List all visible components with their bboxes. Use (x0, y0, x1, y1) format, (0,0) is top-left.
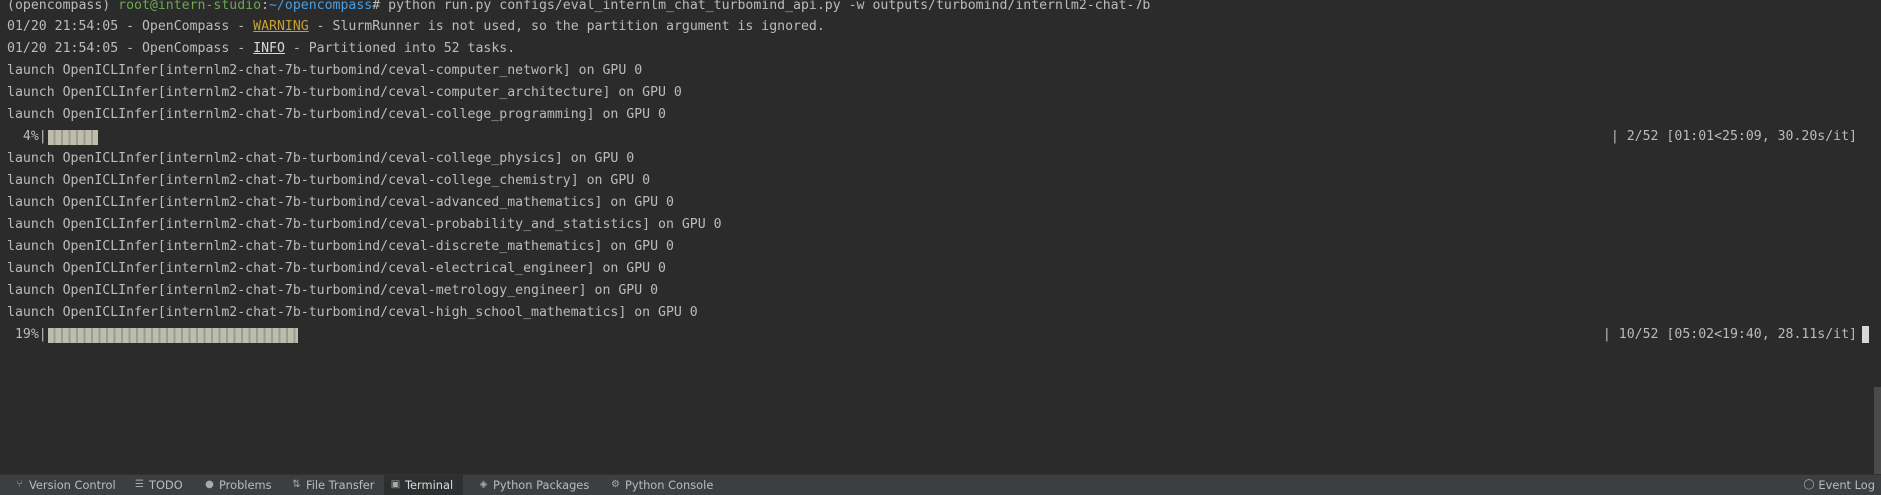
progress-bar-fill (48, 130, 98, 145)
bottom-tool-window-bar: ⑂ Version Control ☰ TODO ● Problems ⇅ Fi… (0, 474, 1881, 495)
event-log-button[interactable]: ◯ Event Log (1797, 475, 1881, 495)
log-level-info: INFO (253, 41, 285, 56)
tab-label: Terminal (405, 478, 454, 492)
log-prefix: 01/20 21:54:05 - OpenCompass - (7, 41, 254, 56)
tab-label: Problems (219, 478, 272, 492)
log-prefix: 01/20 21:54:05 - OpenCompass - (7, 19, 254, 34)
event-log-label: Event Log (1818, 478, 1875, 492)
terminal-cursor (1862, 326, 1869, 343)
transfer-icon: ⇅ (292, 479, 301, 490)
tab-label: File Transfer (306, 478, 375, 492)
prompt-env: (opencompass) (7, 0, 119, 13)
log-line-warning: 01/20 21:54:05 - OpenCompass - WARNING -… (7, 16, 825, 38)
prompt-command: # python run.py configs/eval_internlm_ch… (372, 0, 1151, 13)
launch-line: launch OpenICLInfer[internlm2-chat-7b-tu… (7, 239, 674, 254)
launch-line: launch OpenICLInfer[internlm2-chat-7b-tu… (7, 151, 635, 166)
tab-label: TODO (149, 478, 183, 492)
log-level-warning: WARNING (253, 19, 309, 34)
launch-line: launch OpenICLInfer[internlm2-chat-7b-tu… (7, 63, 643, 78)
prompt-user-host: root@intern-studio (118, 0, 262, 13)
tab-todo[interactable]: ☰ TODO (128, 475, 189, 495)
tab-problems[interactable]: ● Problems (198, 475, 278, 495)
tab-python-packages[interactable]: ◈ Python Packages (472, 475, 595, 495)
launch-line: launch OpenICLInfer[internlm2-chat-7b-tu… (7, 261, 666, 276)
progress-percent: 4%| (7, 129, 47, 144)
list-icon: ☰ (135, 479, 144, 490)
python-icon: ⚙ (611, 479, 620, 490)
tab-terminal[interactable]: ▣ Terminal (384, 475, 463, 495)
launch-line: launch OpenICLInfer[internlm2-chat-7b-tu… (7, 107, 666, 122)
progress-bar-fill (48, 328, 298, 343)
tab-file-transfer[interactable]: ⇅ File Transfer (285, 475, 380, 495)
layers-icon: ◈ (479, 479, 488, 490)
terminal-scrollbar[interactable] (1874, 0, 1881, 474)
progress-stats: | 10/52 [05:02<19:40, 28.11s/it] (1602, 327, 1857, 342)
branch-icon: ⑂ (16, 479, 23, 490)
info-icon: ● (205, 479, 214, 490)
tab-python-console[interactable]: ⚙ Python Console (604, 475, 719, 495)
launch-line: launch OpenICLInfer[internlm2-chat-7b-tu… (7, 195, 674, 210)
tab-label: Python Console (625, 478, 714, 492)
log-line-info: 01/20 21:54:05 - OpenCompass - INFO - Pa… (7, 38, 515, 60)
tab-label: Python Packages (493, 478, 590, 492)
log-message: - Partitioned into 52 tasks. (284, 41, 516, 56)
terminal-icon: ▣ (390, 479, 401, 490)
terminal-output[interactable]: (opencompass) root@intern-studio:~/openc… (0, 0, 1874, 474)
tab-version-control[interactable]: ⑂ Version Control (8, 475, 122, 495)
launch-line: launch OpenICLInfer[internlm2-chat-7b-tu… (7, 173, 651, 188)
command-prompt-line: (opencompass) root@intern-studio:~/openc… (7, 0, 1150, 17)
launch-line: launch OpenICLInfer[internlm2-chat-7b-tu… (7, 85, 682, 100)
log-message: - SlurmRunner is not used, so the partit… (308, 19, 825, 34)
prompt-colon: : (261, 0, 270, 13)
progress-percent: 19%| (7, 327, 47, 342)
launch-line: launch OpenICLInfer[internlm2-chat-7b-tu… (7, 283, 659, 298)
progress-stats: | 2/52 [01:01<25:09, 30.20s/it] (1610, 129, 1857, 144)
launch-line: launch OpenICLInfer[internlm2-chat-7b-tu… (7, 217, 722, 232)
scrollbar-thumb[interactable] (1874, 387, 1881, 474)
launch-line: launch OpenICLInfer[internlm2-chat-7b-tu… (7, 305, 698, 320)
search-bubble-icon: ◯ (1803, 479, 1815, 490)
tab-label: Version Control (29, 478, 116, 492)
prompt-path: ~/opencompass (269, 0, 373, 13)
